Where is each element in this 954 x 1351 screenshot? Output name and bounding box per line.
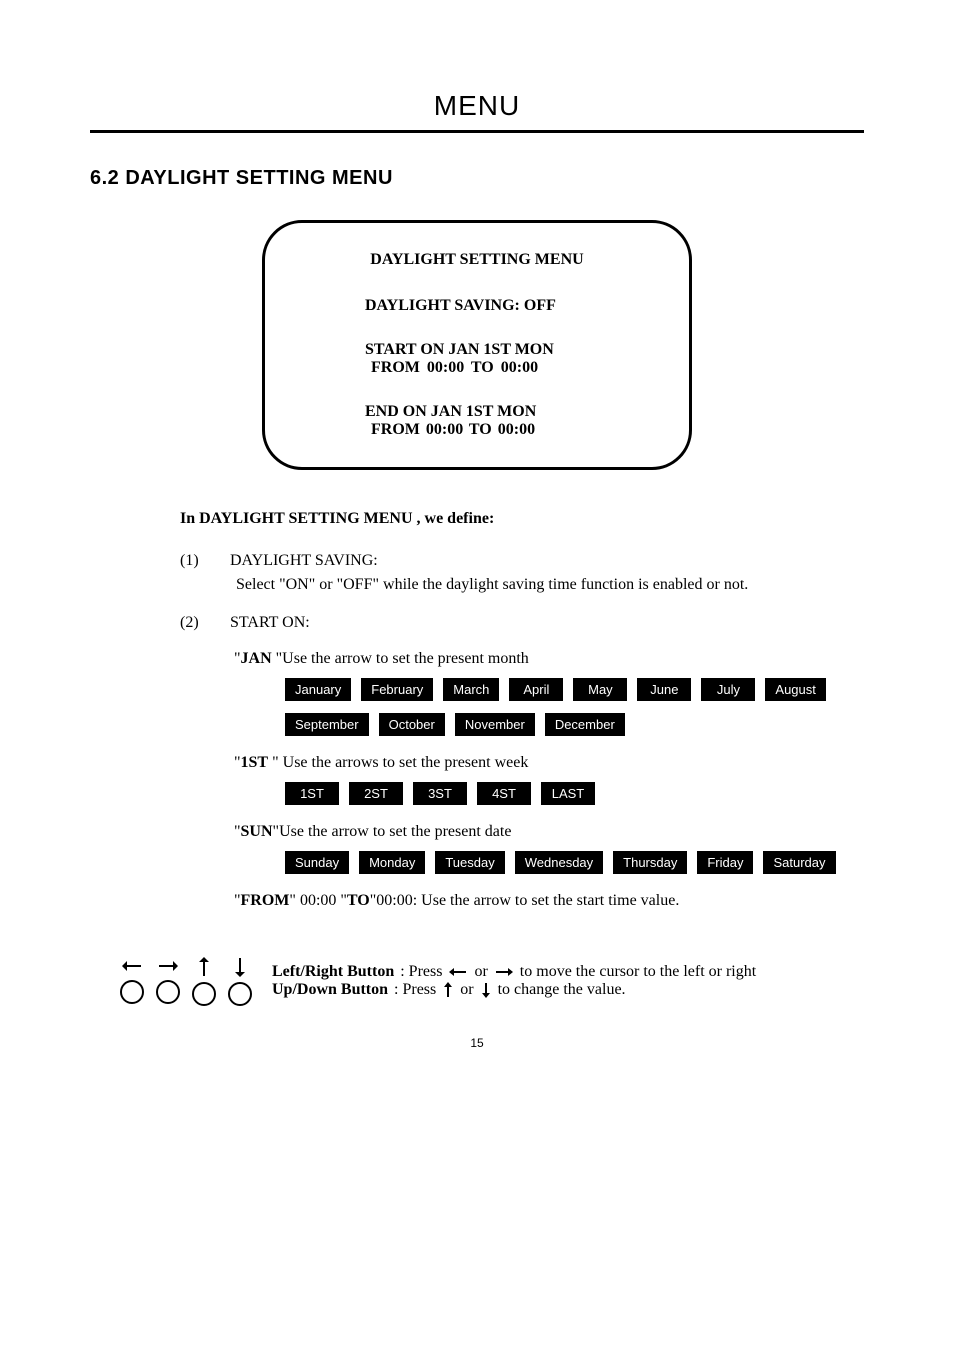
day-chip: Friday xyxy=(697,851,753,874)
fromto-hint: "FROM" 00:00 "TO"00:00: Use the arrow to… xyxy=(234,892,864,910)
day-chip: Tuesday xyxy=(435,851,504,874)
week-chip: 2ST xyxy=(349,782,403,805)
screen-preview-wrap: DAYLIGHT SETTING MENU DAYLIGHT SAVING: O… xyxy=(90,220,864,470)
circle-icon xyxy=(192,982,216,1006)
right-button[interactable] xyxy=(156,956,180,1006)
fromto-hint-mid: " 00:00 " xyxy=(289,892,347,909)
footer-line-ud: Up/Down Button : Press or to change the v… xyxy=(272,981,756,999)
ud-text2: to change the value. xyxy=(498,981,626,999)
screen-end-line1: END ON JAN 1ST MON xyxy=(365,403,649,421)
week-chips: 1ST 2ST 3ST 4ST LAST xyxy=(285,782,864,805)
item-1-index: (1) xyxy=(180,552,206,570)
up-button[interactable] xyxy=(192,956,216,1006)
screen-title: DAYLIGHT SETTING MENU xyxy=(305,251,649,269)
item-1: (1) DAYLIGHT SAVING: xyxy=(180,552,864,570)
month-chip: April xyxy=(509,678,563,701)
week-chip: 3ST xyxy=(413,782,467,805)
arrow-up-icon xyxy=(442,981,454,999)
item-2: (2) START ON: xyxy=(180,614,864,632)
down-button[interactable] xyxy=(228,956,252,1006)
arrow-down-icon xyxy=(480,981,492,999)
body: In DAYLIGHT SETTING MENU , we define: (1… xyxy=(90,510,864,910)
screen-preview: DAYLIGHT SETTING MENU DAYLIGHT SAVING: O… xyxy=(262,220,692,470)
item-1-desc: Select "ON" or "OFF" while the daylight … xyxy=(236,576,864,594)
day-chip: Saturday xyxy=(763,851,835,874)
week-chip: 4ST xyxy=(477,782,531,805)
lr-text2: to move the cursor to the left or right xyxy=(520,963,756,981)
header-divider xyxy=(90,130,864,133)
left-button[interactable] xyxy=(120,956,144,1006)
month-hint-post: "Use the arrow to set the present month xyxy=(272,650,529,667)
arrow-right-icon xyxy=(157,956,179,976)
lr-text1: : Press xyxy=(400,963,442,981)
ud-or: or xyxy=(460,981,473,999)
month-chip: May xyxy=(573,678,627,701)
arrow-left-icon xyxy=(448,966,468,978)
footer-line-lr: Left/Right Button : Press or to move the … xyxy=(272,963,756,981)
day-hint: "SUN"Use the arrow to set the present da… xyxy=(234,823,864,841)
day-chip: Sunday xyxy=(285,851,349,874)
screen-start-line2: FROM 00:00 TO 00:00 xyxy=(371,359,649,377)
screen-start-line1: START ON JAN 1ST MON xyxy=(365,341,649,359)
intro-text: In DAYLIGHT SETTING MENU , we define: xyxy=(180,510,864,528)
item-2-index: (2) xyxy=(180,614,206,632)
day-hint-bold: SUN xyxy=(241,823,273,840)
week-hint: "1ST " Use the arrows to set the present… xyxy=(234,754,864,772)
day-chip: Monday xyxy=(359,851,425,874)
month-chip: October xyxy=(379,713,445,736)
page: MENU 6.2 DAYLIGHT SETTING MENU DAYLIGHT … xyxy=(0,0,954,1090)
day-chip: Thursday xyxy=(613,851,687,874)
screen-saving-line: DAYLIGHT SAVING: OFF xyxy=(365,297,649,315)
arrow-right-icon xyxy=(494,966,514,978)
lr-label: Left/Right Button xyxy=(272,963,394,981)
month-chip: December xyxy=(545,713,625,736)
fromto-hint-b1: FROM xyxy=(241,892,290,909)
month-chip: August xyxy=(765,678,825,701)
arrow-down-icon xyxy=(230,956,250,978)
page-title: MENU xyxy=(90,90,864,122)
week-hint-post: " Use the arrows to set the present week xyxy=(268,754,528,771)
day-hint-post: "Use the arrow to set the present date xyxy=(273,823,512,840)
month-chip: June xyxy=(637,678,691,701)
arrow-up-icon xyxy=(194,956,214,978)
fromto-hint-post: "00:00: Use the arrow to set the start t… xyxy=(370,892,680,909)
footer-controls: Left/Right Button: Press or to move the … xyxy=(120,956,864,1006)
circle-icon xyxy=(156,980,180,1004)
fromto-hint-b2: TO xyxy=(347,892,370,909)
day-chip: Wednesday xyxy=(515,851,603,874)
month-chip: January xyxy=(285,678,351,701)
month-hint: "JAN "Use the arrow to set the present m… xyxy=(234,650,864,668)
week-hint-bold: 1ST xyxy=(241,754,269,771)
day-chips: Sunday Monday Tuesday Wednesday Thursday… xyxy=(285,851,864,874)
circle-icon xyxy=(228,982,252,1006)
month-chips: January February March April May June Ju… xyxy=(285,678,864,736)
nav-button-icons xyxy=(120,956,252,1006)
week-chip: 1ST xyxy=(285,782,339,805)
circle-icon xyxy=(120,980,144,1004)
week-chip: LAST xyxy=(541,782,595,805)
month-chip: November xyxy=(455,713,535,736)
month-hint-bold: JAN xyxy=(241,650,272,667)
ud-label: Up/Down Button xyxy=(272,981,388,999)
page-number: 15 xyxy=(90,1036,864,1050)
item-2-label: START ON: xyxy=(230,614,310,632)
lr-or: or xyxy=(474,963,487,981)
item-2-body: "JAN "Use the arrow to set the present m… xyxy=(234,650,864,910)
item-1-label: DAYLIGHT SAVING: xyxy=(230,552,378,570)
month-chip: September xyxy=(285,713,369,736)
month-chip: July xyxy=(701,678,755,701)
arrow-left-icon xyxy=(121,956,143,976)
ud-text1: : Press xyxy=(394,981,436,999)
definition-list: (1) DAYLIGHT SAVING: Select "ON" or "OFF… xyxy=(180,552,864,910)
month-chip: February xyxy=(361,678,433,701)
screen-end-line2: FROM 00:00 TO 00:00 xyxy=(371,421,649,439)
section-heading: 6.2 DAYLIGHT SETTING MENU xyxy=(90,167,864,190)
footer-text: Left/Right Button: Press or to move the … xyxy=(272,963,756,999)
month-chip: March xyxy=(443,678,499,701)
